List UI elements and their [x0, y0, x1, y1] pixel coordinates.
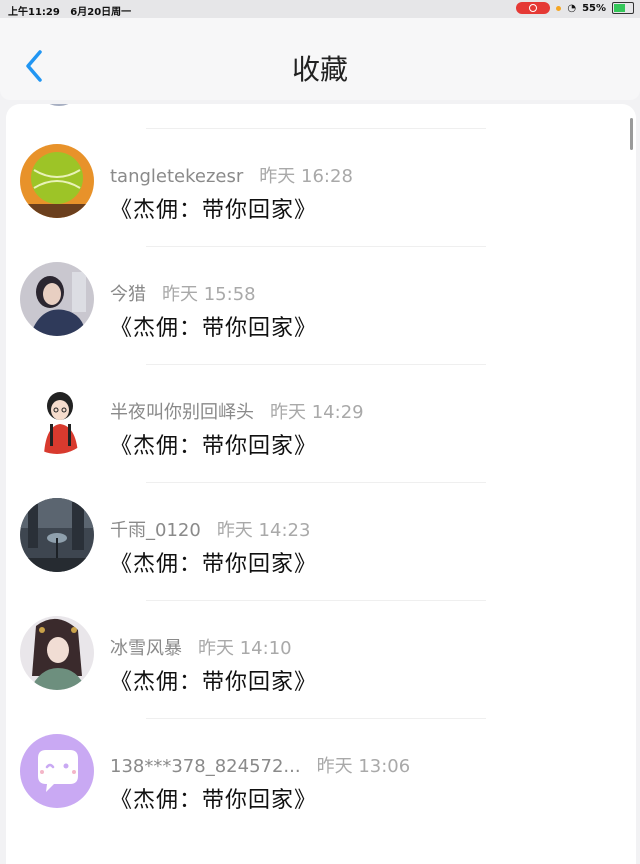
timestamp: 昨天 14:10	[198, 638, 292, 659]
username[interactable]: 半夜叫你别回峄头	[110, 402, 254, 423]
mic-indicator-icon	[556, 5, 562, 11]
timestamp: 昨天 14:23	[216, 520, 311, 541]
item-meta: tangletekezesr 昨天 16:28	[110, 162, 353, 188]
nav-header: 收藏	[0, 18, 640, 100]
username[interactable]: 138***378_824572...	[110, 756, 301, 777]
item-meta: 138***378_824572... 昨天 13:06	[110, 752, 410, 778]
item-meta: 今猎 昨天 15:58	[110, 280, 256, 306]
default-chat-avatar	[20, 734, 94, 808]
screen-recording-icon	[516, 2, 551, 14]
timestamp: 昨天 15:58	[162, 284, 256, 305]
post-title[interactable]: 《杰佣：带你回家》	[110, 546, 317, 578]
username[interactable]: 今猎	[110, 284, 146, 305]
page-title: 收藏	[291, 53, 348, 86]
ancient-style-girl-avatar	[20, 616, 94, 690]
favorites-list[interactable]: tangletekezesr 昨天 16:28 《杰佣：带你回家》 今猎 昨天 15…	[6, 104, 636, 864]
post-title[interactable]: 《杰佣：带你回家》	[110, 192, 317, 224]
timestamp: 昨天 14:29	[270, 402, 364, 423]
timestamp: 昨天 16:28	[259, 166, 353, 187]
username[interactable]: 冰雪风暴	[110, 638, 182, 659]
tennis-ball-avatar	[20, 144, 94, 218]
list-item[interactable]: 138***378_824572... 昨天 13:06 《杰佣：带你回家》	[6, 694, 636, 814]
timestamp: 昨天 13:06	[316, 756, 411, 777]
rainy-street-avatar	[20, 498, 94, 572]
status-indicators: ◔ 55%	[516, 2, 634, 14]
girl-photo-avatar	[20, 262, 94, 336]
cartoon-girl-avatar	[20, 380, 94, 454]
status-bar: 上午11:29 6月20日周一 ◔ 55%	[0, 0, 640, 18]
item-meta: 千雨_0120 昨天 14:23	[110, 516, 310, 542]
username[interactable]: 千雨_0120	[110, 520, 201, 541]
battery-icon	[612, 2, 634, 14]
post-title[interactable]: 《杰佣：带你回家》	[110, 310, 317, 342]
list-item[interactable]: 冰雪风暴 昨天 14:10 《杰佣：带你回家》	[6, 576, 636, 696]
item-meta: 半夜叫你别回峄头 昨天 14:29	[110, 398, 364, 424]
username[interactable]: tangletekezesr	[110, 166, 243, 187]
status-date: 6月20日周一	[70, 7, 132, 18]
list-item[interactable]: 今猎 昨天 15:58 《杰佣：带你回家》	[6, 222, 636, 342]
wifi-icon: ◔	[567, 2, 577, 14]
status-time-date: 上午11:29 6月20日周一	[8, 3, 131, 18]
post-title[interactable]: 《杰佣：带你回家》	[110, 664, 317, 696]
battery-percent: 55%	[582, 2, 606, 14]
list-item[interactable]: 千雨_0120 昨天 14:23 《杰佣：带你回家》	[6, 458, 636, 578]
status-time: 上午11:29	[8, 7, 60, 18]
list-item[interactable]: tangletekezesr 昨天 16:28 《杰佣：带你回家》	[6, 104, 636, 224]
item-meta: 冰雪风暴 昨天 14:10	[110, 634, 292, 660]
post-title[interactable]: 《杰佣：带你回家》	[110, 782, 317, 814]
post-title[interactable]: 《杰佣：带你回家》	[110, 428, 317, 460]
list-item[interactable]: 半夜叫你别回峄头 昨天 14:29 《杰佣：带你回家》	[6, 340, 636, 460]
